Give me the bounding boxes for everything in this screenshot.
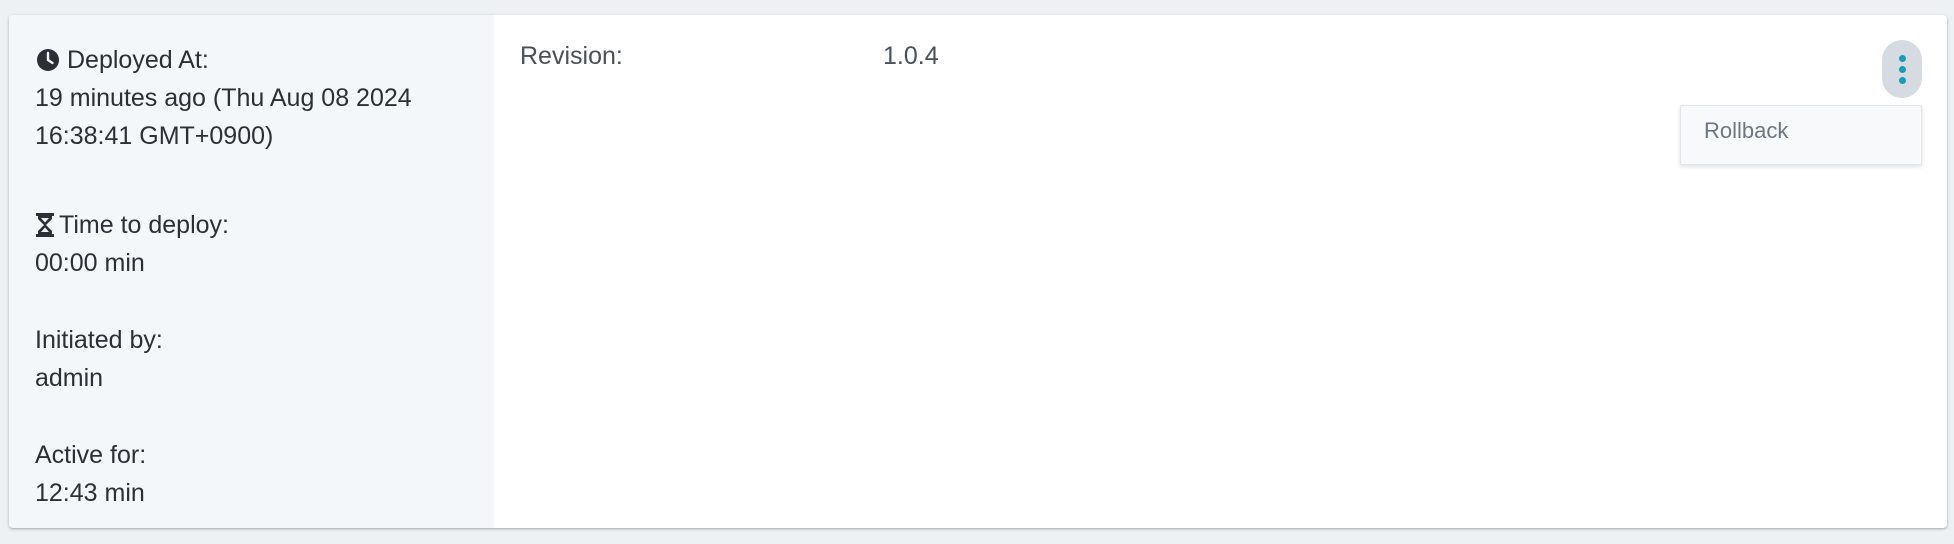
deployment-info-panel: Deployed At: 19 minutes ago (Thu Aug 08 …	[9, 15, 494, 528]
time-to-deploy-label-row: Time to deploy:	[35, 206, 229, 244]
more-vertical-icon-dot	[1898, 65, 1906, 73]
time-to-deploy-value: 00:00 min	[35, 249, 145, 277]
deployed-at-value-line2: 16:38:41 GMT+0900)	[35, 122, 274, 150]
options-dropdown-menu: Rollback	[1680, 105, 1922, 165]
initiated-by-value: admin	[35, 364, 104, 392]
deployed-at-label: Deployed At:	[67, 46, 209, 74]
more-vertical-icon	[1898, 54, 1906, 62]
time-to-deploy-label: Time to deploy:	[59, 211, 229, 239]
revision-label: Revision:	[520, 42, 623, 70]
deployment-card: Deployed At: 19 minutes ago (Thu Aug 08 …	[9, 15, 1947, 528]
more-options-button[interactable]	[1882, 40, 1922, 98]
deployed-at-label-row: Deployed At:	[35, 41, 412, 79]
revision-value: 1.0.4	[883, 42, 939, 70]
active-for-value: 12:43 min	[35, 479, 145, 507]
rollback-menu-item[interactable]: Rollback	[1704, 118, 1788, 144]
active-for-block: Active for: 12:43 min	[35, 436, 146, 512]
time-to-deploy-block: Time to deploy: 00:00 min	[35, 206, 229, 282]
hourglass-icon	[35, 212, 55, 238]
more-vertical-icon-dot	[1898, 76, 1906, 84]
clock-icon	[35, 47, 61, 73]
initiated-by-block: Initiated by: admin	[35, 321, 163, 397]
initiated-by-label: Initiated by:	[35, 326, 163, 354]
deployed-at-block: Deployed At: 19 minutes ago (Thu Aug 08 …	[35, 41, 412, 155]
active-for-label: Active for:	[35, 441, 147, 469]
deployed-at-value-line1: 19 minutes ago (Thu Aug 08 2024	[35, 84, 412, 112]
revision-panel: Revision: 1.0.4 Rollback	[494, 15, 1947, 528]
